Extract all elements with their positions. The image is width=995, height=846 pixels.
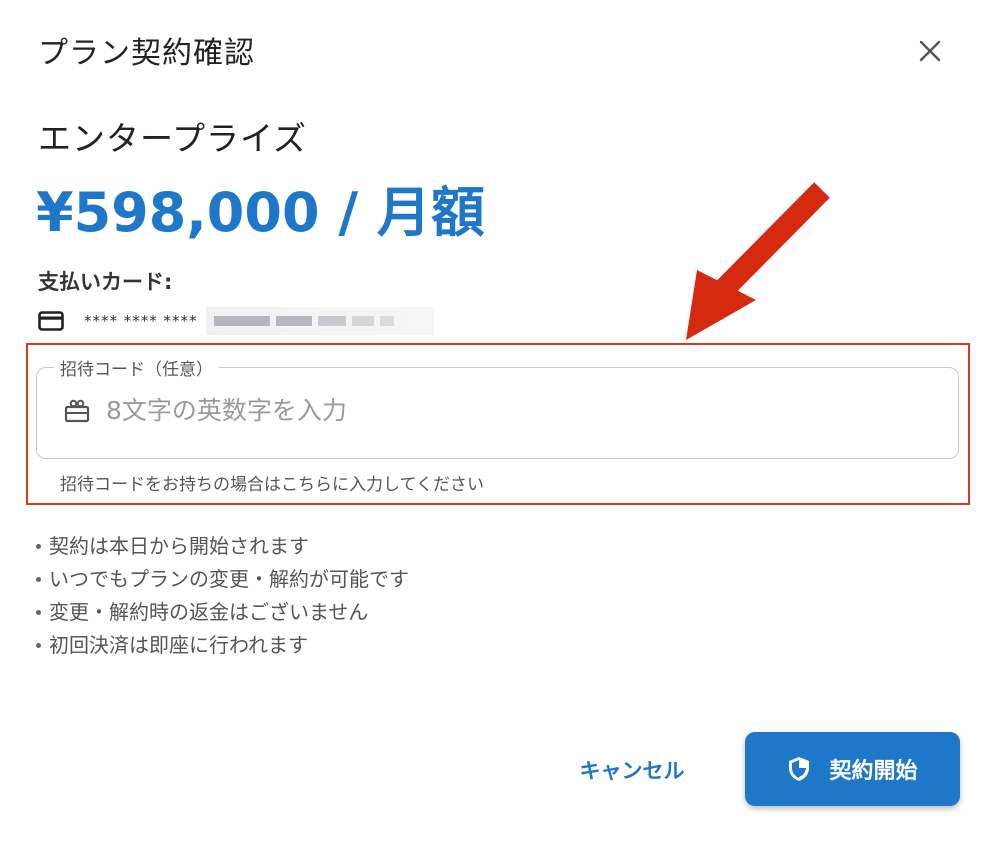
close-button[interactable] (912, 33, 948, 69)
list-item: 初回決済は即座に行われます (36, 629, 409, 662)
invite-code-label: 招待コード（任意） (54, 355, 219, 380)
start-contract-label: 契約開始 (829, 759, 918, 784)
shield-icon (787, 756, 811, 782)
card-number-masked: **** **** **** (84, 312, 198, 330)
payment-card-row: **** **** **** (38, 304, 434, 338)
list-item: 変更・解約時の返金はございません (36, 596, 409, 629)
credit-card-icon (38, 311, 64, 331)
plan-price: ¥598,000 / 月額 (36, 181, 485, 244)
bullet-icon (36, 643, 41, 648)
payment-card-label: 支払いカード: (38, 270, 173, 294)
close-icon (919, 40, 941, 62)
gift-icon (64, 397, 92, 425)
start-contract-button[interactable]: 契約開始 (745, 732, 960, 806)
invite-code-helper: 招待コードをお持ちの場合はこちらに入力してください (60, 475, 484, 495)
invite-code-input[interactable] (106, 396, 866, 425)
bullet-icon (36, 577, 41, 582)
dialog-title: プラン契約確認 (38, 36, 255, 71)
cancel-button[interactable]: キャンセル (568, 748, 696, 792)
plan-name: エンタープライズ (38, 119, 308, 158)
bullet-icon (36, 544, 41, 549)
terms-notes: 契約は本日から開始されます いつでもプランの変更・解約が可能です 変更・解約時の… (36, 530, 409, 662)
list-item: 契約は本日から開始されます (36, 530, 409, 563)
card-number-redacted (205, 307, 434, 335)
plan-contract-dialog: プラン契約確認 エンタープライズ ¥598,000 / 月額 支払いカード: *… (0, 0, 995, 846)
list-item: いつでもプランの変更・解約が可能です (36, 563, 409, 596)
bullet-icon (36, 610, 41, 615)
